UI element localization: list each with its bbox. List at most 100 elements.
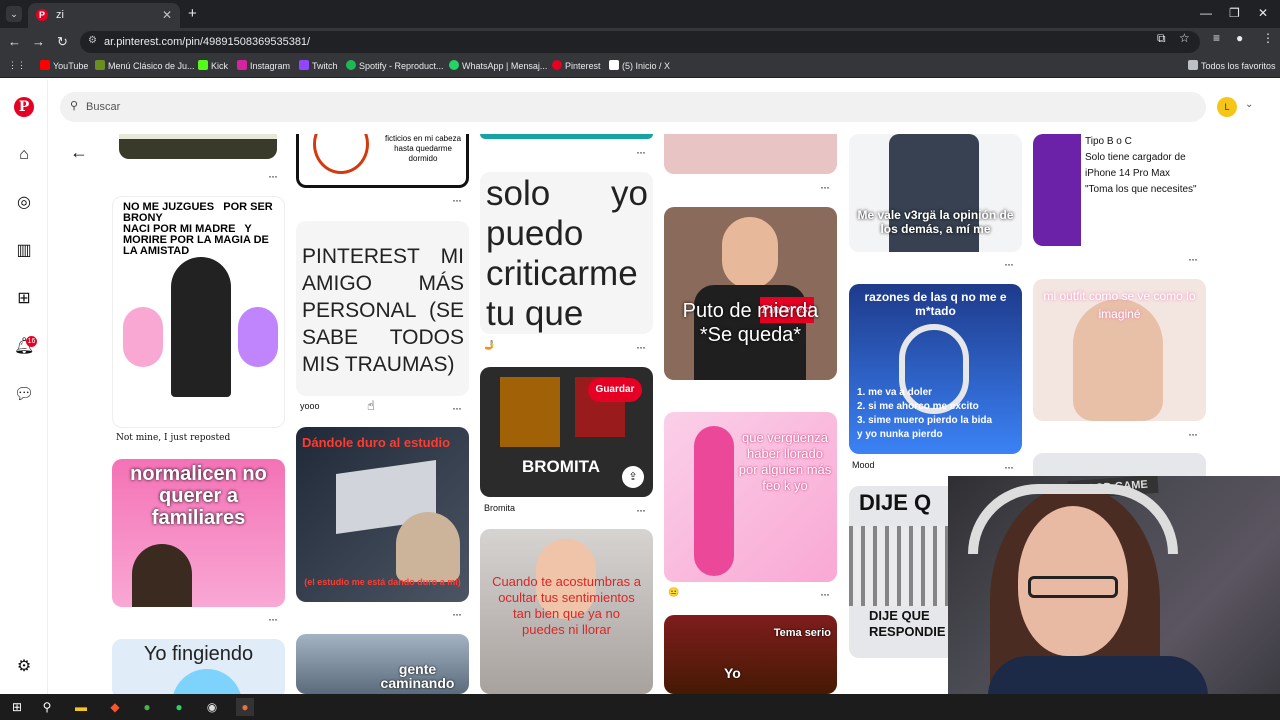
address-bar[interactable]: ⚙ ar.pinterest.com/pin/498915083695353​8… bbox=[80, 31, 1200, 53]
explore-icon[interactable]: ◎ bbox=[14, 193, 34, 213]
browser-tab[interactable]: P zi ✕ bbox=[28, 3, 180, 28]
back-icon[interactable]: ← bbox=[8, 34, 21, 49]
close-tab-icon[interactable]: ✕ bbox=[162, 8, 172, 22]
bookmark-whatsapp[interactable]: WhatsApp | Mensaj... bbox=[449, 60, 547, 71]
chrome-icon[interactable]: ● bbox=[138, 698, 156, 716]
chrome-active-icon[interactable]: ● bbox=[236, 698, 254, 716]
install-app-icon[interactable]: ⧉ bbox=[1157, 31, 1166, 46]
search-icon[interactable]: ⚲ bbox=[38, 698, 56, 716]
more-options-icon[interactable]: ··· bbox=[452, 607, 462, 621]
profile-icon[interactable]: ● bbox=[1236, 31, 1243, 45]
more-options-icon[interactable]: ··· bbox=[1004, 257, 1014, 271]
tab-title: zi bbox=[56, 9, 64, 21]
bookmark-star-icon[interactable]: ☆ bbox=[1179, 31, 1190, 45]
reading-list-icon[interactable]: ≡ bbox=[1213, 31, 1220, 45]
pin-card[interactable] bbox=[480, 134, 653, 139]
pin-text: Puto de mierda *Se queda* bbox=[682, 300, 819, 346]
back-arrow-icon[interactable]: ← bbox=[70, 142, 88, 163]
save-button[interactable]: Guardar bbox=[588, 378, 642, 402]
pin-caption[interactable]: yooo bbox=[300, 401, 320, 411]
bookmark-instagram[interactable]: Instagram bbox=[237, 60, 290, 71]
more-options-icon[interactable]: ··· bbox=[1188, 252, 1198, 266]
pin-image bbox=[722, 217, 778, 289]
apps-icon[interactable]: ⋮⋮ bbox=[8, 60, 26, 71]
pin-card[interactable]: PINTEREST MI AMIGO MÁS PERSONAL (SE SABE… bbox=[296, 221, 469, 396]
bookmark-kick[interactable]: Kick bbox=[198, 60, 228, 71]
maximize-button[interactable]: ❐ bbox=[1229, 6, 1240, 20]
pin-card[interactable]: gente caminando bbox=[296, 634, 469, 694]
more-options-icon[interactable]: ··· bbox=[636, 503, 646, 517]
notification-badge: 16 bbox=[26, 336, 37, 347]
more-options-icon[interactable]: ··· bbox=[636, 340, 646, 354]
pin-card[interactable]: Dándole duro al estudio (el estudio me e… bbox=[296, 427, 469, 602]
headset bbox=[968, 484, 1178, 554]
all-bookmarks-folder[interactable]: Todos los favoritos bbox=[1188, 60, 1276, 71]
pin-caption[interactable]: Not mine, I just reposted bbox=[116, 433, 230, 443]
more-options-icon[interactable]: ··· bbox=[268, 612, 278, 626]
pin-card[interactable]: normalicen no querer a familiares bbox=[112, 459, 285, 607]
more-options-icon[interactable]: ··· bbox=[1004, 460, 1014, 474]
pin-text: razones de las q no me e m*tado bbox=[864, 290, 1007, 318]
pin-text: mi outfit como se ve como lo imaginé bbox=[1043, 289, 1196, 321]
bookmark-pinterest[interactable]: Pinterest bbox=[552, 60, 601, 71]
brave-icon[interactable]: ◆ bbox=[106, 698, 124, 716]
messages-icon[interactable]: 💬︎ bbox=[14, 385, 34, 405]
pin-caption[interactable]: Mood bbox=[852, 460, 875, 470]
minimize-button[interactable]: — bbox=[1200, 6, 1212, 20]
pin-card[interactable]: Yo fingiendo bbox=[112, 639, 285, 694]
settings-icon[interactable]: ⚙ bbox=[14, 657, 34, 677]
chevron-down-icon[interactable]: ⌄ bbox=[1245, 99, 1253, 110]
search-input[interactable]: ⚲ Buscar bbox=[60, 92, 1206, 122]
pin-card[interactable]: Pinterest Puto de mierda *Se queda* bbox=[664, 207, 837, 380]
more-options-icon[interactable]: ··· bbox=[820, 587, 830, 601]
new-tab-button[interactable]: + bbox=[188, 5, 197, 22]
pin-card[interactable]: Tema serio Yo bbox=[664, 615, 837, 694]
menu-icon[interactable]: ⋮ bbox=[1262, 31, 1274, 45]
avatar[interactable]: L bbox=[1217, 97, 1237, 117]
emoji-icon: 🤳 bbox=[484, 340, 496, 350]
pin-card[interactable]: mi outfit como se ve como lo imaginé bbox=[1033, 279, 1206, 421]
pin-card[interactable]: Tipo B o C Solo tiene cargador de iPhone… bbox=[1033, 134, 1206, 246]
pin-card[interactable]: que vergüenza haber llorado por alguien … bbox=[664, 412, 837, 582]
more-options-icon[interactable]: ··· bbox=[636, 145, 646, 159]
boards-icon[interactable]: ▥ bbox=[14, 241, 34, 261]
pin-caption[interactable]: Bromita bbox=[484, 503, 515, 513]
forward-icon[interactable]: → bbox=[32, 34, 45, 49]
start-icon[interactable]: ⊞ bbox=[8, 698, 26, 716]
bookmark-menu-clasico[interactable]: Menú Clásico de Ju... bbox=[95, 60, 195, 71]
pin-text: ficticios en mi cabeza hasta quedarme do… bbox=[384, 134, 462, 163]
pin-card[interactable]: NO ME JUZGUES POR SER BRONY NACI POR MI … bbox=[112, 196, 285, 428]
pin-card[interactable]: Me vale v3rgä la opinión de los demás, a… bbox=[849, 134, 1022, 252]
more-options-icon[interactable]: ··· bbox=[452, 401, 462, 415]
bookmark-spotify[interactable]: Spotify - Reproduct... bbox=[346, 60, 444, 71]
obs-icon[interactable]: ◉ bbox=[203, 698, 221, 716]
more-options-icon[interactable]: ··· bbox=[1188, 427, 1198, 441]
pin-image bbox=[172, 669, 242, 694]
pin-card[interactable]: razones de las q no me e m*tado 1. me va… bbox=[849, 284, 1022, 454]
create-icon[interactable]: ⊞ bbox=[14, 289, 34, 309]
bookmark-x[interactable]: (5) Inicio / X bbox=[609, 60, 670, 71]
more-options-icon[interactable]: ··· bbox=[820, 180, 830, 194]
whatsapp-icon[interactable]: ● bbox=[170, 698, 188, 716]
home-icon[interactable]: ⌂ bbox=[14, 145, 34, 165]
bookmark-youtube[interactable]: YouTube bbox=[40, 60, 88, 71]
pin-card[interactable]: ficticios en mi cabeza hasta quedarme do… bbox=[296, 134, 469, 188]
reload-icon[interactable]: ↻ bbox=[57, 34, 68, 50]
pin-card[interactable] bbox=[119, 134, 277, 159]
search-icon: ⚲ bbox=[70, 100, 79, 112]
pin-card[interactable]: Cuando te acostumbras a ocultar tus sent… bbox=[480, 529, 653, 694]
bookmark-twitch[interactable]: Twitch bbox=[299, 60, 338, 71]
site-info-icon[interactable]: ⚙ bbox=[88, 35, 97, 46]
pin-card[interactable]: solo yo puedo criticarme tu que bbox=[480, 172, 653, 334]
pin-card[interactable] bbox=[664, 134, 837, 174]
more-options-icon[interactable]: ··· bbox=[452, 193, 462, 207]
close-window-button[interactable]: ✕ bbox=[1258, 6, 1268, 20]
pinterest-logo-icon[interactable]: P bbox=[14, 97, 34, 117]
tab-search-button[interactable]: ⌄ bbox=[6, 6, 22, 22]
file-explorer-icon[interactable]: ▬ bbox=[72, 698, 90, 716]
pin-text: Me vale v3rgä la opinión de los demás, a… bbox=[857, 208, 1014, 236]
cat-figure bbox=[396, 512, 460, 582]
glasses bbox=[1028, 576, 1118, 598]
share-icon[interactable]: ⇪ bbox=[622, 466, 644, 488]
more-options-icon[interactable]: ··· bbox=[268, 169, 278, 183]
